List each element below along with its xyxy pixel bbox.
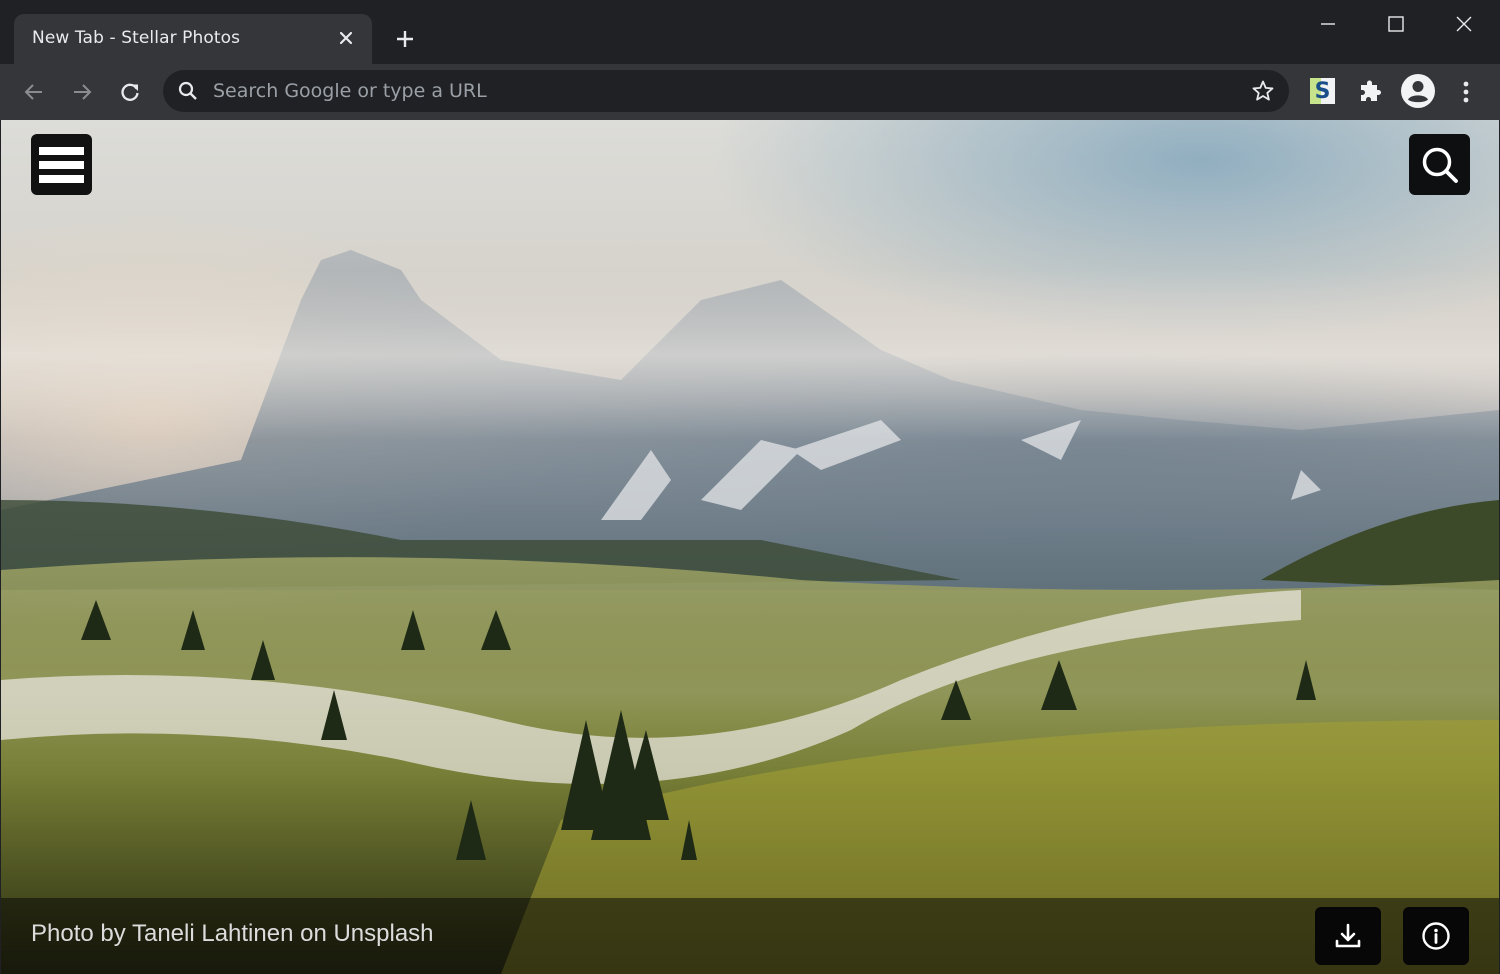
arrow-right-icon xyxy=(74,84,92,100)
extension-s-button[interactable]: S xyxy=(1310,78,1335,104)
forward-button[interactable] xyxy=(66,76,98,108)
maximize-icon xyxy=(1388,16,1404,32)
maximize-button[interactable] xyxy=(1373,6,1419,42)
browser-menu-button[interactable] xyxy=(1456,80,1476,108)
background-photo: Photo by Taneli Lahtinen on Unsplash xyxy=(1,120,1499,974)
bookmark-star-icon[interactable] xyxy=(1251,79,1275,103)
close-window-button[interactable] xyxy=(1441,6,1487,42)
search-icon xyxy=(1422,147,1458,183)
new-tab-button[interactable] xyxy=(390,24,420,54)
info-button[interactable] xyxy=(1403,907,1469,965)
search-button[interactable] xyxy=(1409,134,1470,195)
close-icon xyxy=(339,31,353,45)
landscape-illustration xyxy=(1,250,1499,974)
hamburger-icon-line xyxy=(39,146,84,155)
more-vertical-icon xyxy=(1463,81,1469,103)
extensions-button[interactable] xyxy=(1358,80,1382,108)
profile-button[interactable] xyxy=(1401,74,1435,112)
back-button[interactable] xyxy=(18,76,50,108)
omnibox[interactable] xyxy=(163,70,1289,112)
browser-toolbar: S xyxy=(0,64,1500,120)
download-icon xyxy=(1335,923,1361,948)
hamburger-icon-line xyxy=(39,160,84,169)
tab-close-button[interactable] xyxy=(334,26,358,50)
arrow-left-icon xyxy=(24,84,42,100)
plus-icon xyxy=(397,31,413,47)
minimize-icon xyxy=(1321,23,1335,25)
tab-new-tab[interactable]: New Tab - Stellar Photos xyxy=(14,14,372,64)
search-icon xyxy=(178,81,197,100)
omnibox-input[interactable] xyxy=(213,70,1213,112)
download-button[interactable] xyxy=(1315,907,1381,965)
hamburger-icon-line xyxy=(39,174,84,183)
minimize-button[interactable] xyxy=(1305,6,1351,42)
account-icon xyxy=(1401,74,1435,108)
info-icon xyxy=(1422,922,1450,950)
extension-s-label: S xyxy=(1314,78,1331,104)
reload-button[interactable] xyxy=(114,76,146,108)
title-bar: New Tab - Stellar Photos xyxy=(0,0,1500,64)
tab-title: New Tab - Stellar Photos xyxy=(32,28,241,48)
close-icon xyxy=(1456,16,1472,32)
cloud-band xyxy=(1,270,1499,440)
menu-button[interactable] xyxy=(31,134,92,195)
reload-icon xyxy=(121,83,139,101)
photo-credit[interactable]: Photo by Taneli Lahtinen on Unsplash xyxy=(31,920,434,948)
puzzle-icon xyxy=(1361,80,1381,101)
